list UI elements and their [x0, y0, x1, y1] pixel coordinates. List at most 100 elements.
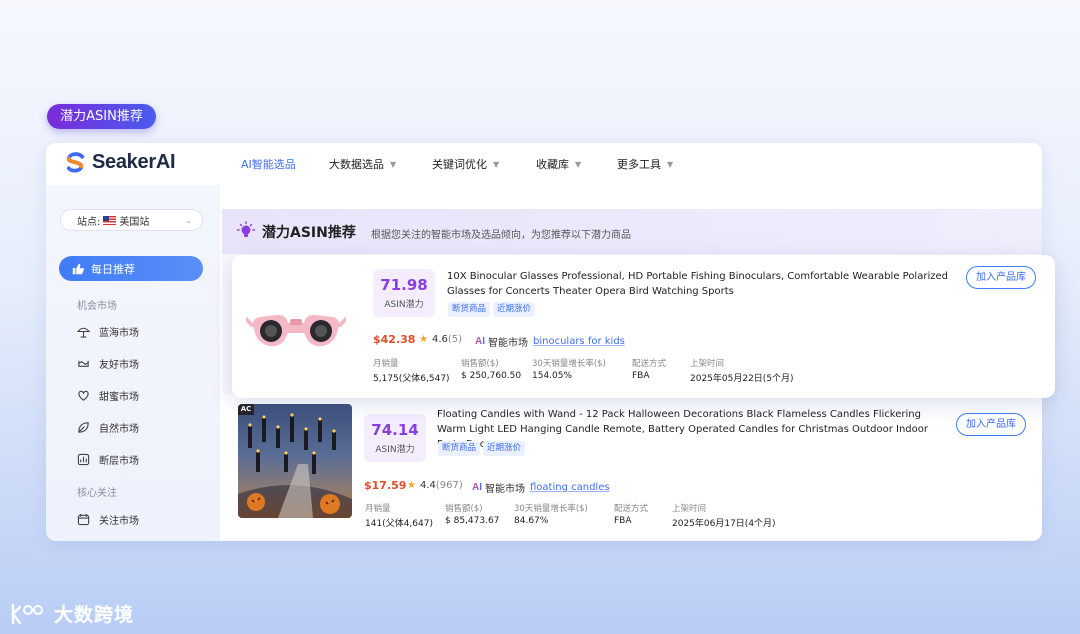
- smart-market: AI 智能市场 floating candles: [472, 480, 610, 495]
- metric-monthly-sales: 141(父体4,647): [365, 519, 433, 529]
- candles-picture: [238, 413, 352, 518]
- us-flag-icon: [103, 215, 117, 225]
- metric-label: 30天销量增长率($): [532, 359, 606, 369]
- asin-score-box: 71.98 ASIN潜力: [373, 269, 435, 317]
- metric-label: 上架时间: [690, 359, 725, 369]
- rating-value: 4.6: [431, 334, 448, 345]
- product-card[interactable]: AC 74.14 ASIN潜力 Floating Candles with Wa…: [222, 394, 1042, 540]
- group-label-opportunity: 机会市场: [77, 301, 117, 312]
- sidebar-item-friendly[interactable]: 友好市场: [77, 356, 139, 371]
- tag-out-of-stock: 断货商品: [438, 441, 481, 456]
- chart-gap-icon: [77, 453, 90, 466]
- metric-label: 30天销量增长率($): [514, 504, 588, 514]
- chevron-down-icon: ▼: [575, 159, 582, 169]
- lightbulb-icon: [236, 221, 256, 237]
- sidebar-item-watch-market[interactable]: 关注市场: [77, 512, 139, 527]
- sidebar-item-label: 每日推荐: [91, 262, 135, 276]
- nav-keyword-optimize[interactable]: 关键词优化 ▼: [432, 156, 499, 172]
- market-keyword-link[interactable]: binoculars for kids: [533, 336, 625, 347]
- product-rating: ★ 4.6 (5): [419, 334, 462, 345]
- metric-label: 销售额($): [461, 359, 499, 369]
- product-card-highlighted[interactable]: 71.98 ASIN潜力 10X Binocular Glasses Profe…: [232, 255, 1055, 398]
- leaf-icon: [78, 422, 89, 433]
- market-label: 智能市场: [488, 338, 528, 349]
- metric-label: 月销量: [365, 504, 391, 514]
- sidebar-item-label: 友好市场: [99, 360, 139, 371]
- sidebar-item-daily-recommend[interactable]: 每日推荐: [59, 256, 203, 281]
- logo[interactable]: SeakerAI: [64, 151, 176, 174]
- sidebar-item-label: 自然市场: [99, 424, 139, 435]
- metric-listing-date: 2025年05月22日(5个月): [690, 374, 794, 384]
- star-icon: ★: [407, 480, 416, 491]
- nav-label: AI智能选品: [241, 158, 296, 171]
- add-to-library-button[interactable]: 加入产品库: [956, 413, 1026, 436]
- ai-logo-icon: AI: [472, 482, 482, 493]
- rating-count: (5): [447, 334, 463, 345]
- sidebar-item-natural[interactable]: 自然市场: [77, 420, 139, 435]
- sidebar-item-gap[interactable]: 断层市场: [77, 452, 139, 467]
- nav-label: 更多工具: [617, 158, 661, 171]
- watermark-logo-icon: [11, 603, 43, 624]
- nav-label: 收藏库: [536, 158, 569, 171]
- nav-more-tools[interactable]: 更多工具 ▼: [617, 156, 673, 172]
- metric-label: 上架时间: [672, 504, 707, 514]
- sidebar: 站点: 美国站 ⌄ 每日推荐 机会市场 蓝海市场 友好市场 甜蜜市场 自然市场: [46, 185, 220, 541]
- metric-growth: 84.67%: [514, 516, 549, 526]
- nav-label: 大数据选品: [329, 158, 384, 171]
- sidebar-item-label: 蓝海市场: [99, 328, 139, 339]
- section-title: 潜力ASIN推荐: [262, 225, 356, 241]
- metric-revenue: $ 85,473.67: [445, 516, 500, 526]
- group-label-core: 核心关注: [77, 488, 117, 499]
- product-image-binoculars[interactable]: [246, 279, 346, 371]
- thumbs-up-icon: [72, 263, 85, 274]
- chevron-down-icon: ▼: [390, 159, 397, 169]
- tag-price-increase: 近期涨价: [483, 441, 526, 456]
- asin-score-label: ASIN潜力: [384, 300, 424, 310]
- heart-icon: [78, 390, 89, 401]
- asin-score-label: ASIN潜力: [375, 445, 415, 455]
- metric-label: 配送方式: [632, 359, 667, 369]
- section-badge: 潜力ASIN推荐: [47, 104, 156, 129]
- star-icon: ★: [419, 334, 428, 345]
- chevron-down-icon: ▼: [667, 159, 674, 169]
- rating-count: (967): [435, 480, 463, 491]
- asin-score: 71.98: [380, 276, 428, 294]
- tag-price-increase: 近期涨价: [493, 302, 536, 317]
- metric-revenue: $ 250,760.50: [461, 371, 522, 381]
- smart-market: AI 智能市场 binoculars for kids: [475, 334, 625, 349]
- nav-favorites[interactable]: 收藏库 ▼: [536, 156, 581, 172]
- metric-label: 销售额($): [445, 504, 483, 514]
- seakerai-logo-icon: [66, 152, 85, 173]
- metric-fulfillment: FBA: [632, 371, 650, 381]
- watermark: 大数跨境: [10, 600, 134, 627]
- asin-score-box: 74.14 ASIN潜力: [364, 414, 426, 462]
- chevron-down-icon: ▼: [493, 159, 500, 169]
- beach-umbrella-icon: [77, 327, 90, 338]
- product-price: $42.38: [373, 333, 416, 346]
- site-selector[interactable]: 站点: 美国站 ⌄: [60, 209, 203, 231]
- sidebar-item-label: 断层市场: [99, 456, 139, 467]
- add-to-library-button[interactable]: 加入产品库: [966, 266, 1036, 289]
- nav-label: 关键词优化: [432, 158, 487, 171]
- metric-listing-date: 2025年06月17日(4个月): [672, 519, 776, 529]
- product-image-candles[interactable]: AC: [238, 404, 352, 518]
- metric-label: 配送方式: [614, 504, 649, 514]
- rating-value: 4.4: [419, 480, 436, 491]
- product-price: $17.59: [364, 479, 407, 492]
- chevron-down-icon: ⌄: [185, 216, 192, 225]
- site-label: 站点:: [77, 216, 101, 228]
- asin-score: 74.14: [371, 421, 419, 439]
- logo-text: SeakerAI: [92, 151, 176, 173]
- section-header: 潜力ASIN推荐 根据您关注的智能市场及选品倾向，为您推荐以下潜力商品: [222, 209, 1042, 254]
- amazon-choice-tag: AC: [238, 404, 254, 415]
- nav-bigdata-selection[interactable]: 大数据选品 ▼: [329, 156, 396, 172]
- market-keyword-link[interactable]: floating candles: [530, 482, 610, 493]
- sidebar-item-blue-ocean[interactable]: 蓝海市场: [77, 324, 139, 339]
- watermark-text: 大数跨境: [54, 604, 135, 626]
- nav-ai-selection[interactable]: AI智能选品: [241, 156, 296, 172]
- metric-monthly-sales: 5,175(父体6,547): [373, 374, 450, 384]
- metric-growth: 154.05%: [532, 371, 573, 381]
- product-title[interactable]: 10X Binocular Glasses Professional, HD P…: [447, 269, 957, 299]
- tag-out-of-stock: 断货商品: [448, 302, 491, 317]
- sidebar-item-sweet[interactable]: 甜蜜市场: [77, 388, 139, 403]
